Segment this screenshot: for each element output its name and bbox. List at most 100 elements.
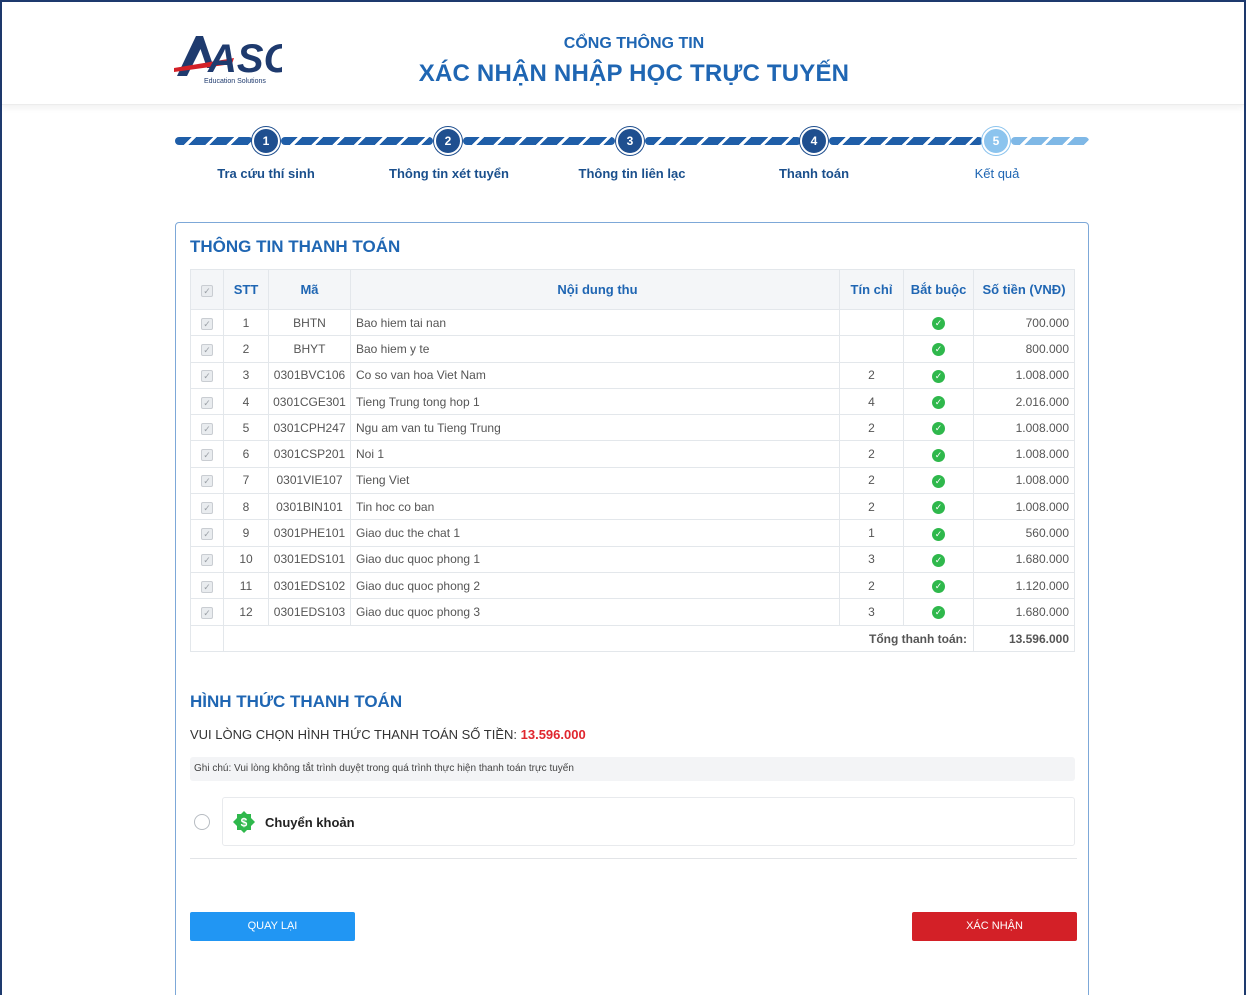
- row-checkbox: ✓: [201, 501, 213, 514]
- logo-text: ASC: [207, 37, 282, 81]
- row-tin-chi: [839, 308, 904, 337]
- table-row: ✓ 3 0301BVC106 Co so van hoa Viet Nam 2 ✓ 1.00…: [190, 361, 1075, 389]
- row-so-tien: 1.008.000: [973, 414, 1075, 442]
- row-noi-dung: Giao duc quoc phong 3: [350, 598, 840, 626]
- row-stt: 12: [223, 598, 269, 626]
- row-ma: 0301EDS103: [268, 598, 351, 626]
- row-stt: 4: [223, 387, 269, 416]
- col-so-tien: Số tiền (VNĐ): [973, 269, 1075, 310]
- required-check-icon: ✓: [932, 527, 945, 541]
- row-stt: 2: [223, 335, 269, 363]
- row-noi-dung: Tieng Trung tong hop 1: [350, 387, 840, 416]
- table-row: ✓ 6 0301CSP201 Noi 1 2 ✓ 1.008.000: [190, 440, 1075, 468]
- table-row: ✓ 4 0301CGE301 Tieng Trung tong hop 1 4 ✓ 2.01…: [190, 387, 1075, 416]
- row-noi-dung: Tin hoc co ban: [350, 493, 840, 521]
- row-stt: 10: [223, 545, 269, 573]
- row-so-tien: 1.680.000: [973, 598, 1075, 626]
- divider: [190, 858, 1077, 859]
- required-check-icon: ✓: [932, 369, 945, 383]
- row-tin-chi: 2: [839, 361, 904, 389]
- payment-prompt-text: VUI LÒNG CHỌN HÌNH THỨC THANH TOÁN SỐ TI…: [190, 727, 517, 742]
- row-tin-chi: 2: [839, 466, 904, 495]
- table-row: ✓ 8 0301BIN101 Tin hoc co ban 2 ✓ 1.008.000: [190, 493, 1075, 521]
- payment-method-title: HÌNH THỨC THANH TOÁN: [190, 692, 403, 711]
- total-label: Tổng thanh toán:: [223, 624, 974, 652]
- row-ma: 0301EDS101: [268, 545, 351, 573]
- row-ma: 0301EDS102: [268, 571, 351, 600]
- required-check-icon: ✓: [932, 606, 945, 620]
- step-connector: [463, 137, 615, 145]
- row-so-tien: 1.008.000: [973, 361, 1075, 389]
- row-noi-dung: Tieng Viet: [350, 466, 840, 495]
- portal-subtitle: CỔNG THÔNG TIN: [563, 35, 705, 52]
- step-1-circle: 1: [252, 127, 280, 155]
- row-stt: 7: [223, 466, 269, 495]
- table-row: ✓ 12 0301EDS103 Giao duc quoc phong 3 3 ✓ 1.68…: [190, 598, 1075, 626]
- row-ma: 0301PHE101: [268, 519, 351, 547]
- step-connector: [175, 137, 253, 145]
- row-ma: 0301VIE107: [268, 466, 351, 495]
- row-ma: 0301CPH247: [268, 414, 351, 442]
- total-value: 13.596.000: [973, 624, 1075, 652]
- bank-transfer-radio[interactable]: [194, 814, 210, 830]
- svg-text:$: $: [241, 816, 248, 830]
- portal-title: XÁC NHẬN NHẬP HỌC TRỰC TUYẾN: [418, 60, 850, 87]
- select-all-checkbox-cell: ✓: [190, 269, 224, 310]
- row-noi-dung: Giao duc quoc phong 2: [350, 571, 840, 600]
- row-stt: 5: [223, 414, 269, 442]
- row-stt: 9: [223, 519, 269, 547]
- required-check-icon: ✓: [932, 474, 945, 488]
- bank-transfer-label: Chuyển khoản: [265, 815, 355, 830]
- row-tin-chi: 3: [839, 545, 904, 573]
- row-so-tien: 800.000: [973, 335, 1075, 363]
- row-noi-dung: Co so van hoa Viet Nam: [350, 361, 840, 389]
- row-tin-chi: 2: [839, 414, 904, 442]
- confirm-button[interactable]: XÁC NHẬN: [912, 912, 1077, 941]
- progress-stepper: 1 2 3 4 5 Tra cứu thí sinh Thông tin xét…: [175, 124, 1089, 184]
- back-button[interactable]: QUAY LẠI: [190, 912, 355, 941]
- select-all-checkbox: ✓: [201, 285, 213, 297]
- table-header-row: ✓ STT Mã Nội dung thu Tín chỉ Bắt buộc S…: [190, 269, 1075, 310]
- row-ma: BHYT: [268, 335, 351, 363]
- row-so-tien: 700.000: [973, 308, 1075, 337]
- money-badge-icon: $: [233, 811, 255, 833]
- step-1-label: Tra cứu thí sinh: [217, 166, 315, 181]
- row-stt: 1: [223, 308, 269, 337]
- row-so-tien: 2.016.000: [973, 387, 1075, 416]
- row-checkbox: ✓: [201, 528, 213, 541]
- row-so-tien: 1.008.000: [973, 466, 1075, 495]
- table-row: ✓ 9 0301PHE101 Giao duc the chat 1 1 ✓ 560.000: [190, 519, 1075, 547]
- table-row: ✓ 5 0301CPH247 Ngu am van tu Tieng Trung 2 ✓ 1…: [190, 414, 1075, 442]
- row-noi-dung: Giao duc quoc phong 1: [350, 545, 840, 573]
- row-ma: 0301BVC106: [268, 361, 351, 389]
- row-tin-chi: 2: [839, 493, 904, 521]
- bank-transfer-option[interactable]: $ Chuyển khoản: [222, 797, 1075, 846]
- row-tin-chi: 4: [839, 387, 904, 416]
- required-check-icon: ✓: [932, 501, 945, 515]
- step-3-label: Thông tin liên lạc: [578, 166, 686, 181]
- row-checkbox: ✓: [201, 396, 213, 409]
- row-noi-dung: Bao hiem y te: [350, 335, 840, 363]
- step-5-label: Kết quả: [974, 166, 1020, 181]
- row-so-tien: 1.008.000: [973, 440, 1075, 468]
- payment-table: ✓ STT Mã Nội dung thu Tín chỉ Bắt buộc S…: [190, 269, 1075, 652]
- col-bat-buoc: Bắt buộc: [903, 269, 974, 310]
- asc-logo: ASC Education Solutions: [174, 36, 282, 85]
- step-3-circle: 3: [616, 127, 644, 155]
- payment-card: THÔNG TIN THANH TOÁN ✓ STT Mã Nội dung t…: [175, 222, 1089, 995]
- required-check-icon: ✓: [932, 580, 945, 594]
- step-2-label: Thông tin xét tuyển: [389, 166, 509, 181]
- step-2-circle: 2: [434, 127, 462, 155]
- row-tin-chi: 1: [839, 519, 904, 547]
- row-tin-chi: 2: [839, 440, 904, 468]
- row-stt: 3: [223, 361, 269, 389]
- required-check-icon: ✓: [932, 396, 945, 410]
- row-noi-dung: Giao duc the chat 1: [350, 519, 840, 547]
- col-noi-dung: Nội dung thu: [350, 269, 840, 310]
- table-row: ✓ 10 0301EDS101 Giao duc quoc phong 1 3 ✓ 1.68…: [190, 545, 1075, 573]
- row-checkbox: ✓: [201, 370, 213, 383]
- row-checkbox: ✓: [201, 475, 213, 488]
- row-so-tien: 1.120.000: [973, 571, 1075, 600]
- row-checkbox: ✓: [201, 422, 213, 435]
- required-check-icon: ✓: [932, 553, 945, 567]
